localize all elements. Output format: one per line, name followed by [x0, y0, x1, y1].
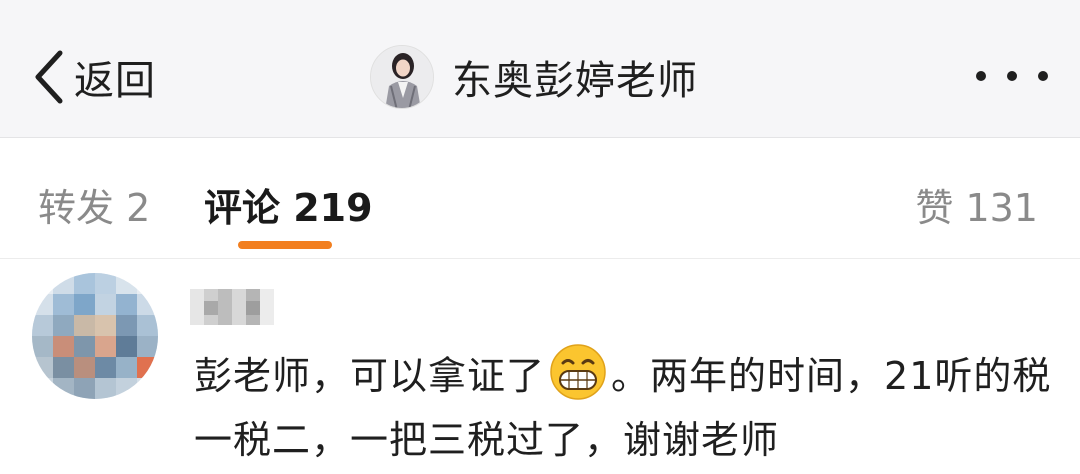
avatar[interactable]	[370, 45, 434, 109]
watermark-text: 大数跨境	[46, 441, 142, 470]
back-label: 返回	[74, 58, 156, 104]
chevron-left-icon	[30, 47, 66, 107]
comment-text: 彭老师，可以拿证了 。两年的时间，21听的税一税二，一把三税过了，谢谢老师	[194, 343, 1054, 472]
commenter-username-blurred[interactable]	[190, 285, 274, 329]
tab-likes[interactable]: 赞 131	[915, 177, 1038, 232]
tab-repost[interactable]: 转发 2	[38, 177, 150, 232]
back-button[interactable]: 返回	[30, 42, 156, 112]
tab-bar: 转发 2 评论 219 赞 131	[0, 139, 1080, 259]
tab-comments[interactable]: 评论 219	[204, 177, 373, 232]
comment-item: 彭老师，可以拿证了 。两年的时间，21听的税一税二，一把三税过了，谢谢老师	[0, 259, 1080, 474]
commenter-avatar[interactable]	[32, 273, 158, 399]
grinning-face-icon	[549, 343, 607, 401]
watermark-logo-icon	[6, 439, 46, 467]
navigation-bar: 返回 东奥彭婷老师	[0, 0, 1080, 138]
watermark: 大数跨境	[6, 436, 142, 470]
more-dots-icon	[976, 71, 986, 81]
comment-text-part1: 彭老师，可以拿证了	[194, 354, 546, 398]
more-options-button[interactable]	[976, 62, 1048, 90]
active-tab-indicator	[238, 241, 332, 249]
more-dots-icon	[1038, 71, 1048, 81]
profile-name: 东奥彭婷老师	[452, 58, 698, 104]
more-dots-icon	[1007, 71, 1017, 81]
profile-header[interactable]: 东奥彭婷老师	[370, 42, 698, 112]
